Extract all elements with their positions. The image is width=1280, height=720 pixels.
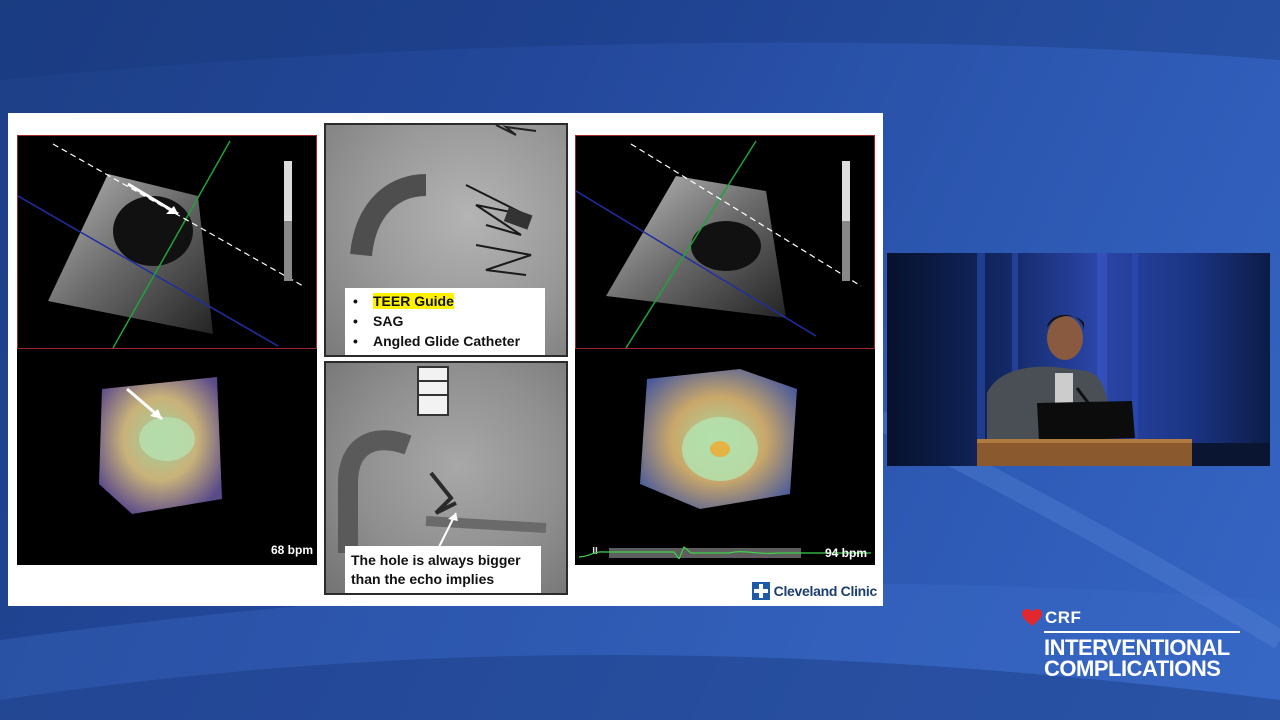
right-echo-panel: II 94 bpm [575,135,875,565]
left-echo-image [17,140,304,349]
right-3d-echo-view: II 94 bpm [575,349,875,565]
event-title-line-1: INTERVENTIONAL [1044,635,1230,660]
device-item-angled-glide: Angled Glide Catheter [351,331,539,351]
fluoro-top-panel: TEER Guide SAG Angled Glide Catheter [324,123,568,357]
event-title-line-2: COMPLICATIONS [1044,656,1221,681]
echo-note-callout: The hole is always bigger than the echo … [345,546,541,593]
presentation-slide: 68 bpm TEER Guide SAG Angled Glide Cathe… [8,113,883,606]
cleveland-clinic-cross-icon [751,582,770,600]
left-heart-rate: 68 bpm [270,543,313,557]
left-2d-echo-view [17,135,317,349]
brand-header: CRF [1022,608,1272,628]
device-list-callout: TEER Guide SAG Angled Glide Catheter [345,288,545,355]
right-3d-valve-image [640,369,797,509]
event-branding: CRF INTERVENTIONAL COMPLICATIONS [1022,608,1272,681]
heart-icon [1022,609,1042,626]
fluoro-bottom-panel: The hole is always bigger than the echo … [324,361,568,595]
device-item-teer-guide: TEER Guide [351,291,539,311]
right-echo-image [575,140,862,349]
speaker-image [977,253,1270,466]
speaker-video [887,253,1270,466]
left-3d-valve-image [99,377,222,514]
ecg-playback-bar[interactable]: II 94 bpm [579,545,871,560]
left-3d-echo-view: 68 bpm [17,349,317,565]
left-echo-panel: 68 bpm [17,135,317,565]
note-line-2: than the echo implies [351,571,495,587]
brand-divider [1044,631,1240,633]
cleveland-clinic-logo: Cleveland Clinic [751,580,878,602]
device-item-sag: SAG [351,311,539,331]
right-2d-echo-view [575,135,875,349]
logo-text: Cleveland Clinic [773,583,878,599]
brand-org: CRF [1045,608,1082,627]
note-line-1: The hole is always bigger [351,552,521,568]
right-heart-rate: 94 bpm [824,546,867,560]
